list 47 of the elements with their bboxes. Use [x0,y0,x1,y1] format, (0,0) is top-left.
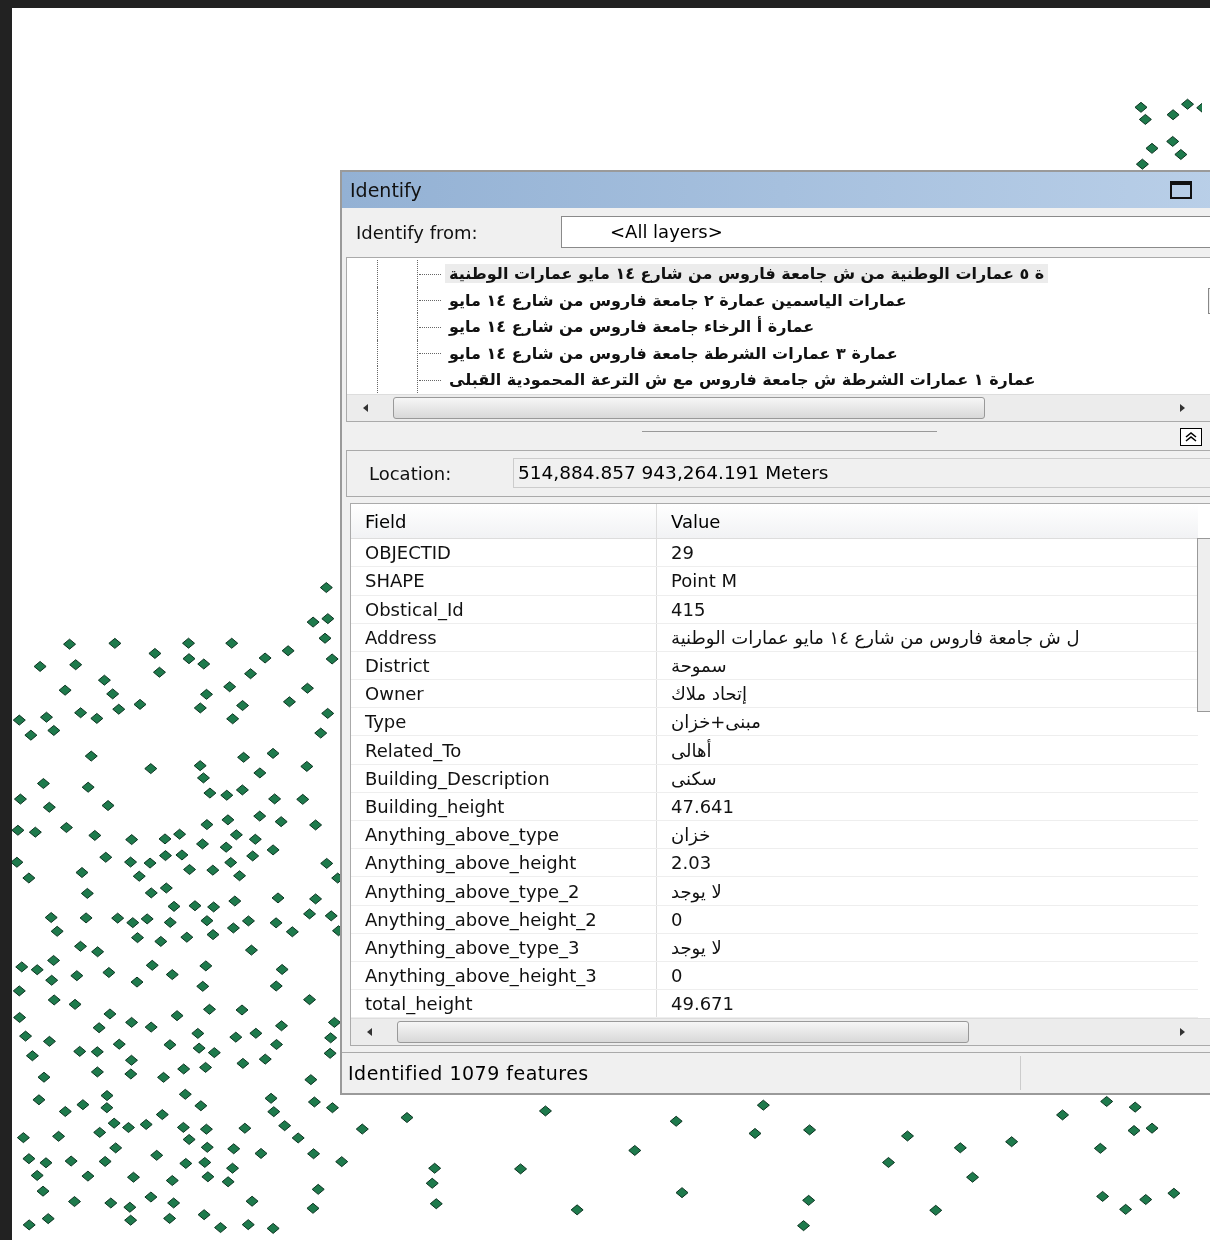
table-cell: Obstical_Id [351,595,657,624]
tree-item[interactable]: عمارة ١ عمارات الشرطة ش جامعة فاروس مع ش الترعة المحمودية القبلى [445,370,1040,389]
identify-from-label: Identify from: [356,221,479,243]
tree-item[interactable]: ة ٥ عمارات الوطنية من ش جامعة فاروس من شارع ١٤ مايو عمارات الوطنية [445,264,1049,283]
table-cell: SHAPE [351,566,657,596]
column-header[interactable]: Value [656,504,1198,539]
layers-dropdown[interactable]: <All layers> [561,216,1210,249]
table-cell: 0 [656,961,1198,990]
status-text: Identified 1079 features [347,1062,590,1085]
table-cell: سموحة [656,651,1198,680]
table-cell: Anything_above_type_2 [351,876,657,906]
location-field: 514,884.857 943,264.191 Meters [513,458,1210,489]
tree-item[interactable]: عمارة أ الرخاء جامعة فاروس من شارع ١٤ مايو [445,317,819,336]
table-cell: لا يوجد [656,933,1198,962]
column-header[interactable]: Field [351,504,657,539]
table-cell: OBJECTID [351,538,657,567]
table-cell: Anything_above_height_3 [351,961,657,990]
tree-item[interactable]: عمارة ٣ عمارات الشرطة جامعة فاروس من شارع ١٤ مايو [445,343,902,363]
table-cell: خزان [656,820,1198,849]
table-cell: 29 [656,538,1198,567]
table-cell: إتحاد ملاك [656,679,1198,708]
table-cell: District [351,651,657,680]
table-cell: Owner [351,679,657,708]
table-cell: أهالى [656,736,1198,765]
table-cell: سكنى [656,764,1198,793]
table-cell: Point M [656,566,1198,596]
table-cell: Building_Description [351,764,657,793]
location-label: Location: [369,462,453,484]
table-cell: Related_To [351,736,657,765]
table-cell: 49.671 [656,989,1198,1018]
window-title: Identify [350,178,422,201]
tree-item[interactable]: عمارات الياسمين عمارة ٢ جامعة فاروس من شارع ١٤ مايو [445,290,911,310]
table-cell: Anything_above_height [351,848,657,877]
table-cell: 0 [656,905,1198,934]
table-cell: مبنى+خزان [656,707,1198,736]
table-cell: Address [351,623,657,652]
table-cell: 415 [656,595,1198,624]
table-cell: 47.641 [656,792,1198,821]
table-cell: 2.03 [656,848,1198,877]
table-cell: Building_height [351,792,657,821]
table-cell: Anything_above_height_2 [351,905,657,934]
table-cell: total_height [351,989,657,1018]
table-cell: Anything_above_type_3 [351,933,657,962]
table-cell: ل ش جامعة فاروس من شارع ١٤ مايو عمارات الوطنية [656,623,1198,652]
table-cell: لا يوجد [656,876,1198,906]
table-cell: Type [351,707,657,736]
table-cell: Anything_above_type [351,820,657,849]
